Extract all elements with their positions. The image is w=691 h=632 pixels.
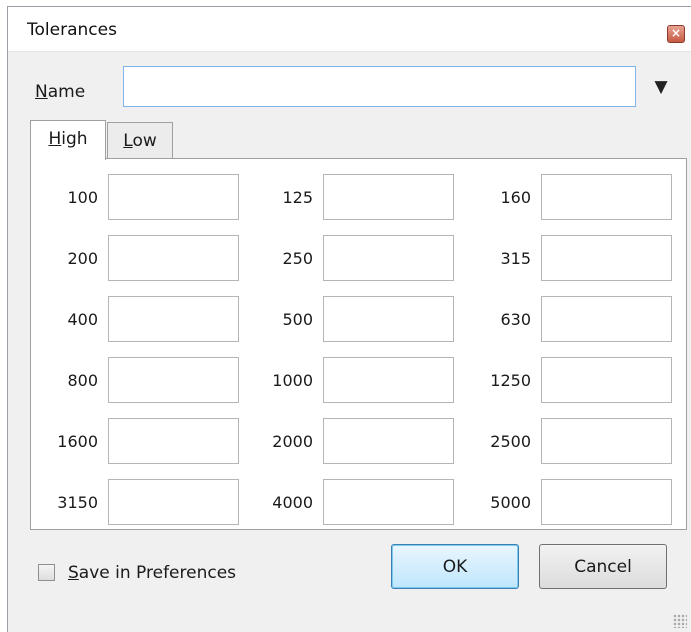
tolerance-input-160[interactable] <box>541 174 672 220</box>
tolerance-input-3150[interactable] <box>108 479 239 525</box>
resize-grip-icon[interactable] <box>673 614 687 628</box>
tolerance-input-100[interactable] <box>108 174 239 220</box>
tolerance-input-800[interactable] <box>108 357 239 403</box>
freq-label-630: 630 <box>500 310 531 329</box>
tolerance-input-5000[interactable] <box>541 479 672 525</box>
close-icon[interactable]: × <box>667 25 685 43</box>
freq-label-315: 315 <box>500 249 531 268</box>
freq-label-800: 800 <box>67 371 98 390</box>
freq-label-1000: 1000 <box>272 371 313 390</box>
ok-button[interactable]: OK <box>391 544 519 589</box>
tolerance-input-630[interactable] <box>541 296 672 342</box>
chevron-down-icon: ▼ <box>654 76 668 97</box>
tolerance-input-1250[interactable] <box>541 357 672 403</box>
window-title: Tolerances <box>27 20 117 40</box>
tab-high[interactable]: High <box>30 120 106 160</box>
freq-label-2000: 2000 <box>272 432 313 451</box>
freq-label-3150: 3150 <box>57 493 98 512</box>
freq-label-200: 200 <box>67 249 98 268</box>
name-label: Name <box>35 82 86 102</box>
freq-label-400: 400 <box>67 310 98 329</box>
name-dropdown-button[interactable]: ▼ <box>645 66 677 107</box>
tolerance-input-2500[interactable] <box>541 418 672 464</box>
freq-label-5000: 5000 <box>490 493 531 512</box>
freq-label-250: 250 <box>282 249 313 268</box>
tolerance-input-315[interactable] <box>541 235 672 281</box>
tolerance-input-500[interactable] <box>323 296 454 342</box>
freq-label-1600: 1600 <box>57 432 98 451</box>
high-tolerances-panel: 100 125 160 200 250 315 400 500 630 800 1000 1250 16… <box>30 158 687 530</box>
name-input[interactable] <box>123 66 636 107</box>
freq-label-1250: 1250 <box>490 371 531 390</box>
tolerance-input-1000[interactable] <box>323 357 454 403</box>
freq-label-160: 160 <box>500 188 531 207</box>
tolerance-input-200[interactable] <box>108 235 239 281</box>
freq-label-4000: 4000 <box>272 493 313 512</box>
tolerance-input-125[interactable] <box>323 174 454 220</box>
title-bar: Tolerances × <box>8 7 691 52</box>
tolerance-input-250[interactable] <box>323 235 454 281</box>
freq-label-125: 125 <box>282 188 313 207</box>
freq-label-100: 100 <box>67 188 98 207</box>
tab-low[interactable]: Low <box>107 122 173 158</box>
tolerance-input-400[interactable] <box>108 296 239 342</box>
tolerance-input-1600[interactable] <box>108 418 239 464</box>
freq-label-2500: 2500 <box>490 432 531 451</box>
cancel-button[interactable]: Cancel <box>539 544 667 589</box>
tolerance-input-2000[interactable] <box>323 418 454 464</box>
save-in-preferences-checkbox[interactable] <box>38 564 55 581</box>
save-in-preferences-label[interactable]: Save in Preferences <box>68 563 236 583</box>
tolerances-dialog: Tolerances × Name ▼ High Low 100 125 160 20… <box>7 6 691 632</box>
tolerance-input-4000[interactable] <box>323 479 454 525</box>
freq-label-500: 500 <box>282 310 313 329</box>
